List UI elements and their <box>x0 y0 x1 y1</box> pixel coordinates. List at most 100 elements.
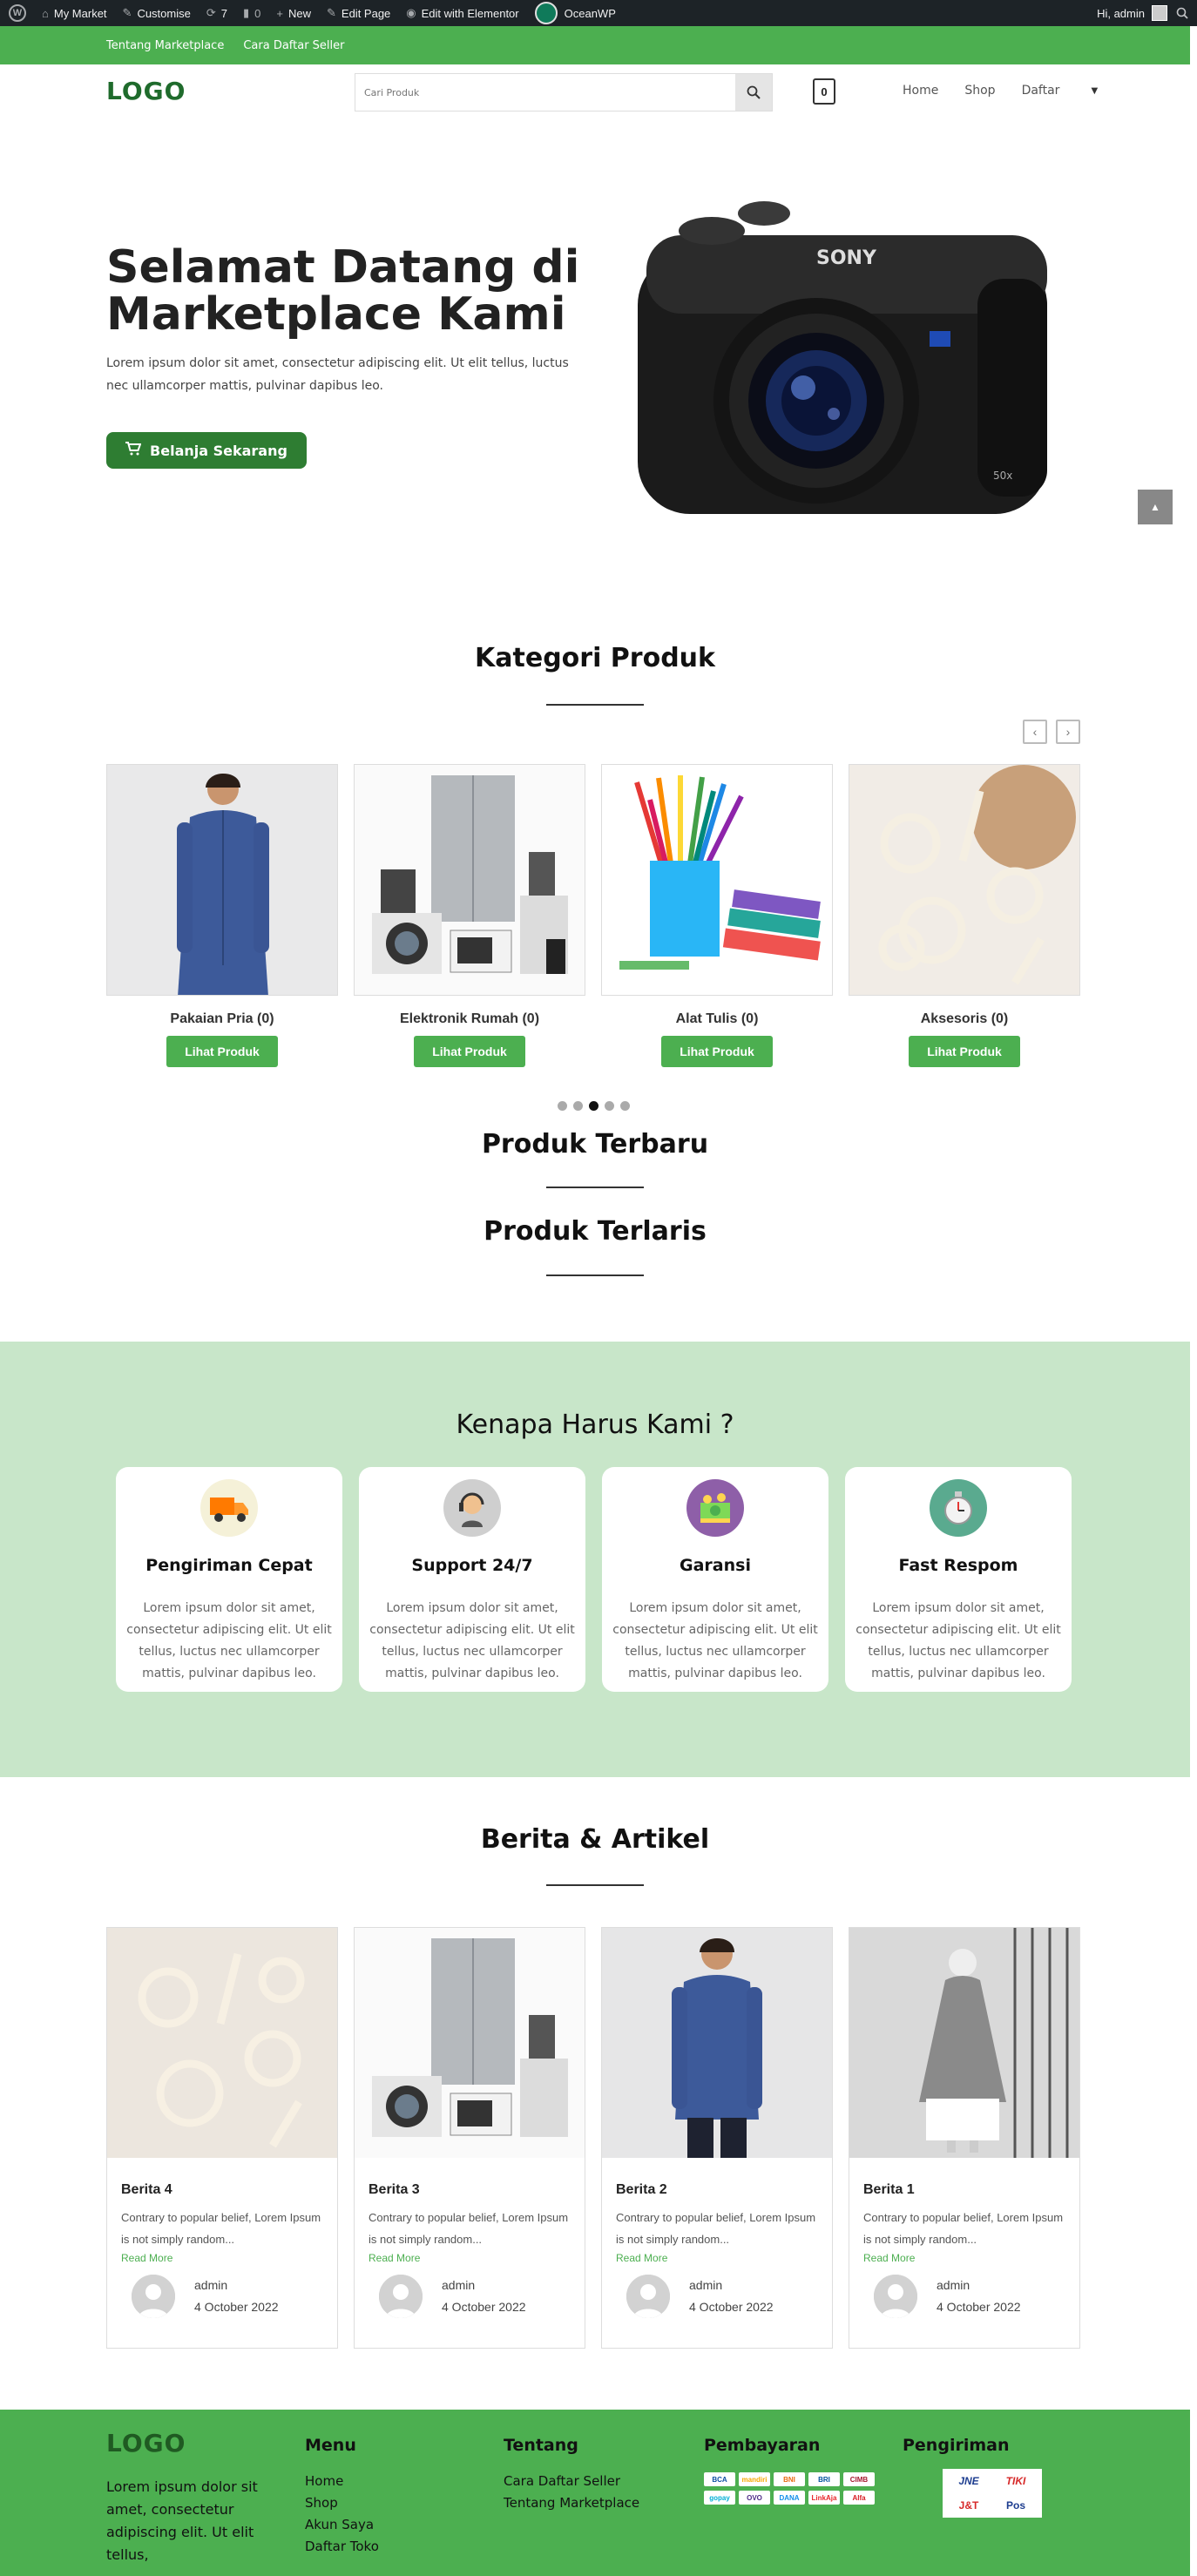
footer-logo[interactable]: LOGO <box>106 2429 186 2458</box>
feature-title: Garansi <box>680 1556 751 1575</box>
carousel-dot[interactable] <box>605 1101 614 1111</box>
oceanwp-link[interactable]: OceanWP <box>534 2 616 24</box>
nav-home[interactable]: Home <box>903 84 938 98</box>
shipping-logos: JNE TIKI J&T Pos <box>943 2469 1042 2518</box>
carousel-dot-active[interactable] <box>589 1101 598 1111</box>
updates-link[interactable]: ⟳ 7 <box>206 6 227 20</box>
footer-link-shop[interactable]: Shop <box>305 2492 379 2514</box>
carousel-next-button[interactable]: › <box>1056 720 1080 744</box>
nav-daftar-label: Daftar <box>1021 84 1060 98</box>
payment-logo: Alfa <box>843 2491 875 2505</box>
cart-button[interactable]: 0 <box>813 78 835 105</box>
admin-avatar <box>1152 5 1167 21</box>
payment-logo: LinkAja <box>808 2491 840 2505</box>
elementor-link[interactable]: ◉ Edit with Elementor <box>406 6 518 20</box>
account-menu[interactable]: Hi, admin <box>1097 5 1167 21</box>
edit-page-link[interactable]: ✎ Edit Page <box>327 6 390 20</box>
carousel-dot[interactable] <box>573 1101 583 1111</box>
feature-text: Lorem ipsum dolor sit amet, consectetur … <box>612 1601 818 1680</box>
cart-icon <box>125 442 142 459</box>
shop-now-button[interactable]: Belanja Sekarang <box>106 432 307 469</box>
news-title[interactable]: Berita 4 <box>121 2182 337 2198</box>
carousel-prev-button[interactable]: ‹ <box>1023 720 1047 744</box>
camera-image: SONY 50x <box>629 174 1056 540</box>
money-icon <box>686 1479 744 1537</box>
category-image-electronics[interactable] <box>354 764 585 996</box>
news-excerpt: Contrary to popular belief, Lorem Ipsum … <box>863 2211 1064 2246</box>
news-author: admin 4 October 2022 <box>132 2275 337 2318</box>
footer-link-account[interactable]: Akun Saya <box>305 2514 379 2536</box>
footer-link-about[interactable]: Tentang Marketplace <box>504 2492 639 2514</box>
news-image[interactable] <box>107 1928 337 2158</box>
carousel-dot[interactable] <box>558 1101 567 1111</box>
news-title[interactable]: Berita 1 <box>863 2182 1079 2198</box>
greeting-label: Hi, admin <box>1097 6 1145 20</box>
shipping-logo: JNE <box>958 2475 979 2487</box>
view-products-button[interactable]: Lihat Produk <box>414 1036 525 1067</box>
view-products-button[interactable]: Lihat Produk <box>661 1036 773 1067</box>
elementor-icon: ◉ <box>406 6 416 19</box>
news-title[interactable]: Berita 3 <box>369 2182 585 2198</box>
footer-payment-title: Pembayaran <box>704 2436 821 2455</box>
comments-link[interactable]: ▮ 0 <box>243 6 260 20</box>
truck-icon <box>200 1479 258 1537</box>
new-content-link[interactable]: + New <box>276 7 311 20</box>
oceanwp-label: OceanWP <box>564 6 616 20</box>
news-card: Berita 2 Contrary to popular belief, Lor… <box>601 1927 833 2349</box>
category-image-accessories[interactable] <box>849 764 1080 996</box>
category-name[interactable]: Pakaian Pria (0) <box>106 1011 338 1027</box>
carousel-dot[interactable] <box>620 1101 630 1111</box>
nav-daftar[interactable]: Daftar ▼ <box>1022 84 1125 98</box>
hero-text: Lorem ipsum dolor sit amet, consectetur … <box>106 356 569 393</box>
read-more-link[interactable]: Read More <box>369 2252 585 2264</box>
category-name[interactable]: Alat Tulis (0) <box>601 1011 833 1027</box>
topbar-link-seller[interactable]: Cara Daftar Seller <box>243 39 344 52</box>
category-name[interactable]: Aksesoris (0) <box>849 1011 1080 1027</box>
feature-card: Pengiriman Cepat Lorem ipsum dolor sit a… <box>116 1467 342 1692</box>
footer-link-seller[interactable]: Cara Daftar Seller <box>504 2471 639 2492</box>
edit-page-label: Edit Page <box>341 6 391 20</box>
customise-link[interactable]: ✎ Customise <box>123 6 191 20</box>
search-button[interactable] <box>735 74 772 111</box>
read-more-link[interactable]: Read More <box>121 2252 337 2264</box>
category-name[interactable]: Elektronik Rumah (0) <box>354 1011 585 1027</box>
footer-text: Lorem ipsum dolor sit amet, consectetur … <box>106 2478 258 2563</box>
read-more-link[interactable]: Read More <box>863 2252 1079 2264</box>
search-input[interactable] <box>355 74 735 111</box>
news-image[interactable] <box>355 1928 585 2158</box>
cart-count: 0 <box>821 85 828 98</box>
section-divider <box>546 1274 644 1276</box>
nav-shop[interactable]: Shop <box>964 84 995 98</box>
shop-now-label: Belanja Sekarang <box>150 442 287 459</box>
feature-title: Support 24/7 <box>411 1556 533 1575</box>
scroll-top-button[interactable]: ▲ <box>1138 490 1173 524</box>
footer-about: Tentang Cara Daftar Seller Tentang Marke… <box>504 2436 639 2514</box>
category-card: Alat Tulis (0) Lihat Produk <box>601 764 833 1067</box>
site-name-link[interactable]: ⌂ My Market <box>42 7 107 20</box>
post-date: 4 October 2022 <box>689 2300 774 2314</box>
footer-link-home[interactable]: Home <box>305 2471 379 2492</box>
view-products-button[interactable]: Lihat Produk <box>909 1036 1020 1067</box>
wordpress-icon: W <box>9 4 26 22</box>
footer-link-register-store[interactable]: Daftar Toko <box>305 2536 379 2558</box>
view-products-button[interactable]: Lihat Produk <box>166 1036 278 1067</box>
admin-search-button[interactable] <box>1176 7 1188 19</box>
payment-logo: CIMB <box>843 2472 875 2486</box>
author-name: admin <box>442 2278 476 2292</box>
news-image[interactable] <box>602 1928 832 2158</box>
read-more-link[interactable]: Read More <box>616 2252 832 2264</box>
chevron-down-icon: ▼ <box>1091 85 1099 96</box>
shipping-logo: Pos <box>1005 2499 1025 2512</box>
carousel-dots <box>558 1101 636 1111</box>
news-image[interactable] <box>849 1928 1079 2158</box>
topbar-link-about[interactable]: Tentang Marketplace <box>106 39 224 52</box>
site-logo[interactable]: LOGO <box>106 77 186 105</box>
main-nav: Home Shop Daftar ▼ <box>903 84 1150 98</box>
search-icon <box>747 85 761 99</box>
feature-card: Fast Respom Lorem ipsum dolor sit amet, … <box>845 1467 1072 1692</box>
wp-logo-menu[interactable]: W <box>9 4 26 22</box>
category-image-men[interactable] <box>106 764 338 996</box>
news-title[interactable]: Berita 2 <box>616 2182 832 2198</box>
category-image-stationery[interactable] <box>601 764 833 996</box>
news-title: Berita & Artikel <box>480 1824 710 1855</box>
